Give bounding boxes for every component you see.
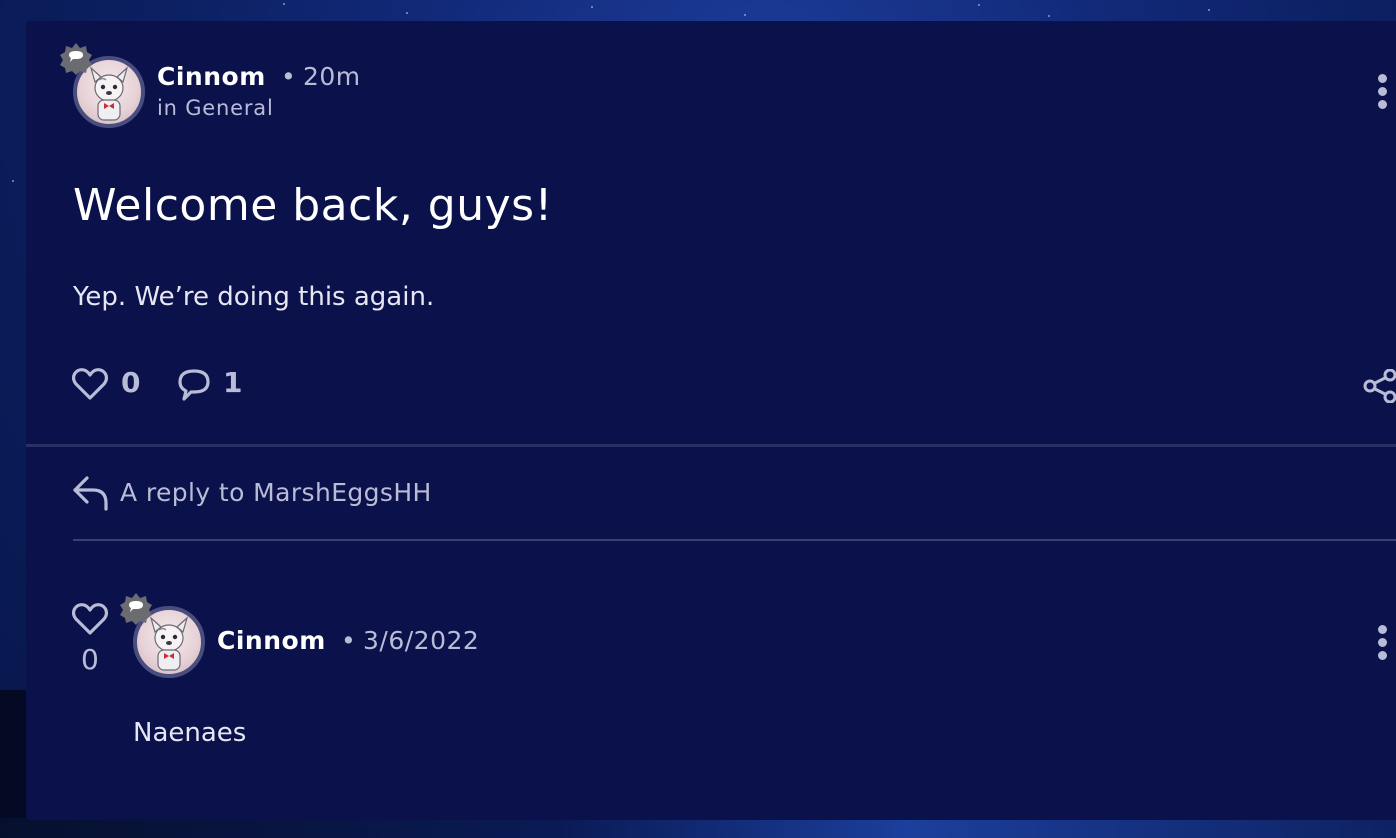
post-author-avatar-wrapper[interactable] bbox=[60, 43, 145, 128]
share-icon[interactable] bbox=[1363, 369, 1396, 403]
post-body: Yep. We’re doing this again. bbox=[73, 282, 435, 312]
star bbox=[406, 12, 408, 14]
heart-icon[interactable] bbox=[71, 367, 109, 401]
star bbox=[978, 4, 980, 6]
reply-header-divider bbox=[73, 539, 1396, 541]
star bbox=[591, 6, 593, 8]
star bbox=[1048, 15, 1050, 17]
reply-author-avatar-wrapper[interactable] bbox=[120, 593, 205, 678]
background-dark-strip bbox=[0, 690, 26, 838]
star bbox=[1208, 9, 1210, 11]
more-vertical-icon[interactable] bbox=[1376, 625, 1388, 665]
star bbox=[12, 180, 14, 182]
reply-like-count: 0 bbox=[81, 643, 99, 676]
post-comment-count: 1 bbox=[223, 366, 243, 399]
post-title: Welcome back, guys! bbox=[73, 180, 553, 231]
post-category[interactable]: in General bbox=[157, 96, 274, 120]
post-author-name[interactable]: Cinnom bbox=[157, 62, 266, 91]
meta-separator: • bbox=[281, 62, 297, 91]
reply-to-label[interactable]: A reply to MarshEggsHH bbox=[120, 478, 432, 507]
post-like-count: 0 bbox=[121, 366, 141, 399]
meta-separator: • bbox=[341, 626, 357, 655]
reply-body: Naenaes bbox=[133, 718, 247, 748]
reply-date[interactable]: 3/6/2022 bbox=[363, 626, 479, 655]
star bbox=[744, 14, 746, 16]
star bbox=[283, 3, 285, 5]
more-vertical-icon[interactable] bbox=[1376, 74, 1388, 114]
reply-author-name[interactable]: Cinnom bbox=[217, 626, 326, 655]
reply-arrow-icon bbox=[73, 476, 108, 511]
comment-bubble-icon[interactable] bbox=[176, 367, 212, 403]
heart-icon[interactable] bbox=[71, 602, 109, 636]
chat-bubble-badge-icon bbox=[60, 43, 92, 75]
chat-bubble-badge-icon bbox=[120, 593, 152, 625]
post-timestamp[interactable]: 20m bbox=[303, 62, 361, 91]
background-bottom-strip bbox=[0, 818, 1396, 838]
